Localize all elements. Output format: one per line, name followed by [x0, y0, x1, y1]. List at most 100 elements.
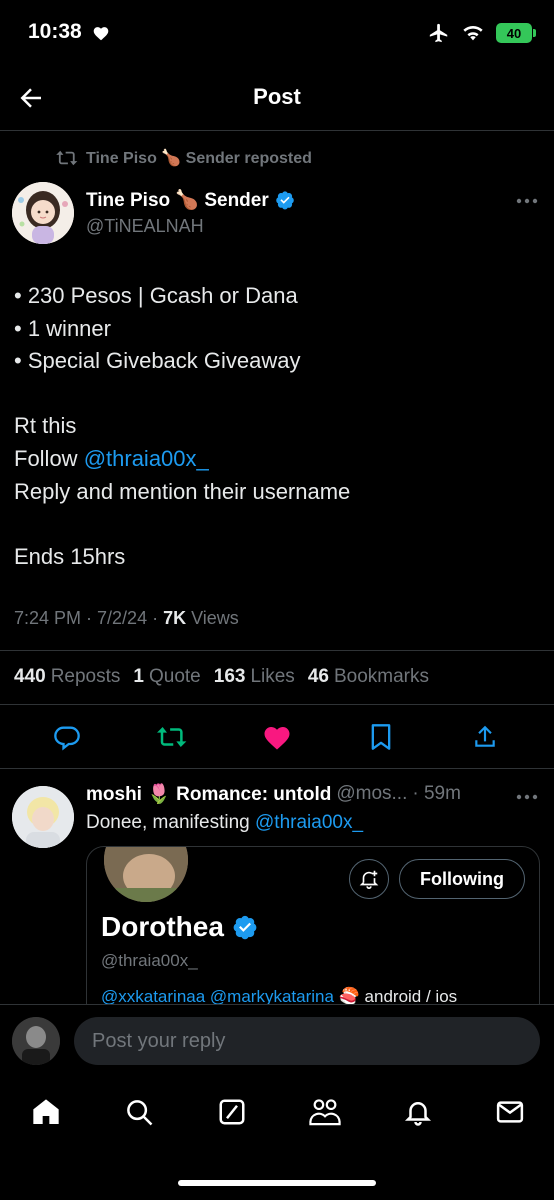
quotes-stat[interactable]: 1 Quote: [133, 666, 200, 688]
grok-icon: [219, 1099, 245, 1125]
card-name[interactable]: Dorothea: [101, 911, 258, 943]
card-avatar[interactable]: [101, 847, 191, 905]
tab-notifications[interactable]: [400, 1094, 436, 1130]
repost-action-icon: [157, 727, 187, 747]
tweet-line: Reply and mention their username: [14, 478, 351, 504]
likes-label: Likes: [250, 666, 295, 687]
tweet-timestamp: 7:24 PM · 7/2/24 ·: [14, 608, 164, 628]
status-bar: 10:38 40: [0, 0, 554, 68]
reply-author-name[interactable]: moshi 🌷 Romance: untold: [86, 782, 331, 806]
tab-search[interactable]: [121, 1094, 157, 1130]
tweet-line: [14, 378, 534, 411]
reposts-count: 440: [14, 666, 46, 687]
tweet-line: Rt this: [14, 413, 77, 439]
stats-divider: [0, 704, 554, 705]
tweet-meta: 7:24 PM · 7/2/24 · 7K Views: [14, 608, 239, 629]
views-label: Views: [186, 608, 239, 628]
battery-indicator: 40: [496, 23, 536, 43]
reply-time: · 59m: [412, 783, 461, 804]
meta-divider: [0, 650, 554, 651]
heart-status-icon: [93, 27, 109, 41]
tab-communities[interactable]: [307, 1094, 343, 1130]
reply-avatar[interactable]: [12, 786, 74, 848]
reply-mention-link[interactable]: @thraia00x_: [255, 812, 363, 833]
header-divider: [0, 130, 554, 131]
tweet-body: • 230 Pesos | Gcash or Dana • 1 winner •…: [14, 280, 534, 573]
repost-icon: [56, 150, 78, 166]
status-time: 10:38: [28, 20, 82, 43]
reposted-by[interactable]: Tine Piso 🍗 Sender reposted: [56, 148, 312, 168]
notify-button[interactable]: [349, 859, 389, 899]
repost-button[interactable]: [157, 722, 187, 752]
following-button[interactable]: Following: [399, 859, 525, 899]
bell-plus-icon: [359, 870, 379, 889]
author-avatar[interactable]: [12, 182, 74, 244]
tab-messages[interactable]: [492, 1094, 528, 1130]
actions-divider: [0, 768, 554, 769]
home-icon: [33, 1099, 59, 1124]
author-name[interactable]: Tine Piso 🍗 Sender: [86, 188, 295, 212]
author-handle: @TiNEALNAH: [86, 216, 204, 236]
reply-author-handle[interactable]: @mos...: [336, 783, 407, 805]
reply-more-icon[interactable]: [516, 792, 538, 802]
quotes-count: 1: [133, 666, 144, 687]
tweet-line: Ends 15hrs: [14, 543, 126, 569]
like-button[interactable]: [262, 722, 292, 752]
reposted-by-text: Tine Piso 🍗 Sender reposted: [86, 150, 312, 167]
tweet-line-follow-text: Follow: [14, 445, 84, 471]
tab-grok[interactable]: [214, 1094, 250, 1130]
engagement-stats: 440 Reposts 1 Quote 163 Likes 46 Bookmarks: [14, 666, 429, 688]
reply-header: moshi 🌷 Romance: untold @mos... · 59m: [86, 782, 461, 806]
home-indicator[interactable]: [178, 1180, 376, 1186]
card-name-text: Dorothea: [101, 911, 224, 942]
top-header: Post: [0, 68, 554, 130]
bookmarks-stat[interactable]: 46 Bookmarks: [308, 666, 429, 688]
verified-icon: [233, 915, 257, 940]
bookmarks-count: 46: [307, 666, 329, 687]
airplane-icon: [429, 23, 448, 43]
verified-icon: [276, 191, 294, 210]
reply-input[interactable]: [74, 1017, 540, 1065]
wifi-icon: [463, 26, 483, 41]
more-icon[interactable]: [516, 196, 538, 206]
avatar-illustration: [12, 182, 74, 244]
views-count[interactable]: 7K: [163, 608, 186, 628]
quotes-label: Quote: [148, 666, 201, 687]
page-title: Post: [253, 84, 301, 109]
my-avatar[interactable]: [12, 1017, 60, 1065]
author-info[interactable]: Tine Piso 🍗 Sender @TiNEALNAH: [86, 188, 295, 237]
tab-home[interactable]: [28, 1094, 64, 1130]
tweet-line: • Special Giveback Giveaway: [14, 348, 301, 374]
reposts-stat[interactable]: 440 Reposts: [14, 666, 120, 688]
action-bar: [0, 722, 554, 752]
my-avatar-image: [12, 1017, 60, 1065]
notifications-icon: [404, 1102, 432, 1126]
battery-level: 40: [506, 25, 522, 41]
reply-text: Donee, manifesting @thraia00x_: [86, 812, 363, 834]
likes-stat[interactable]: 163 Likes: [214, 666, 295, 688]
bookmark-button[interactable]: [366, 722, 396, 752]
reply-text-body: Donee, manifesting: [86, 812, 255, 833]
mention-link[interactable]: @thraia00x_: [84, 446, 209, 471]
profile-card[interactable]: Following Dorothea @thraia00x_ @xxkatari…: [86, 846, 540, 1026]
bookmarks-label: Bookmarks: [333, 666, 429, 687]
reply-avatar-image: [12, 786, 74, 848]
bookmark-icon: [371, 724, 391, 750]
author-name-text: Tine Piso 🍗 Sender: [86, 190, 269, 211]
tweet-line-follow: Follow @thraia00x_: [14, 443, 534, 476]
reply-icon: [54, 726, 80, 751]
communities-icon: [309, 1099, 341, 1126]
tweet-line: [14, 508, 534, 541]
card-avatar-image: [104, 847, 188, 902]
card-handle: @thraia00x_: [101, 951, 198, 970]
share-icon: [475, 725, 495, 747]
tweet-line: • 230 Pesos | Gcash or Dana: [14, 283, 298, 308]
share-button[interactable]: [470, 722, 500, 752]
likes-count: 163: [213, 666, 246, 687]
reply-composer: [0, 1004, 554, 1082]
heart-icon: [264, 727, 290, 750]
messages-icon: [496, 1101, 524, 1123]
reposts-label: Reposts: [50, 666, 121, 687]
reply-button[interactable]: [52, 722, 82, 752]
tweet-line: • 1 winner: [14, 315, 111, 341]
